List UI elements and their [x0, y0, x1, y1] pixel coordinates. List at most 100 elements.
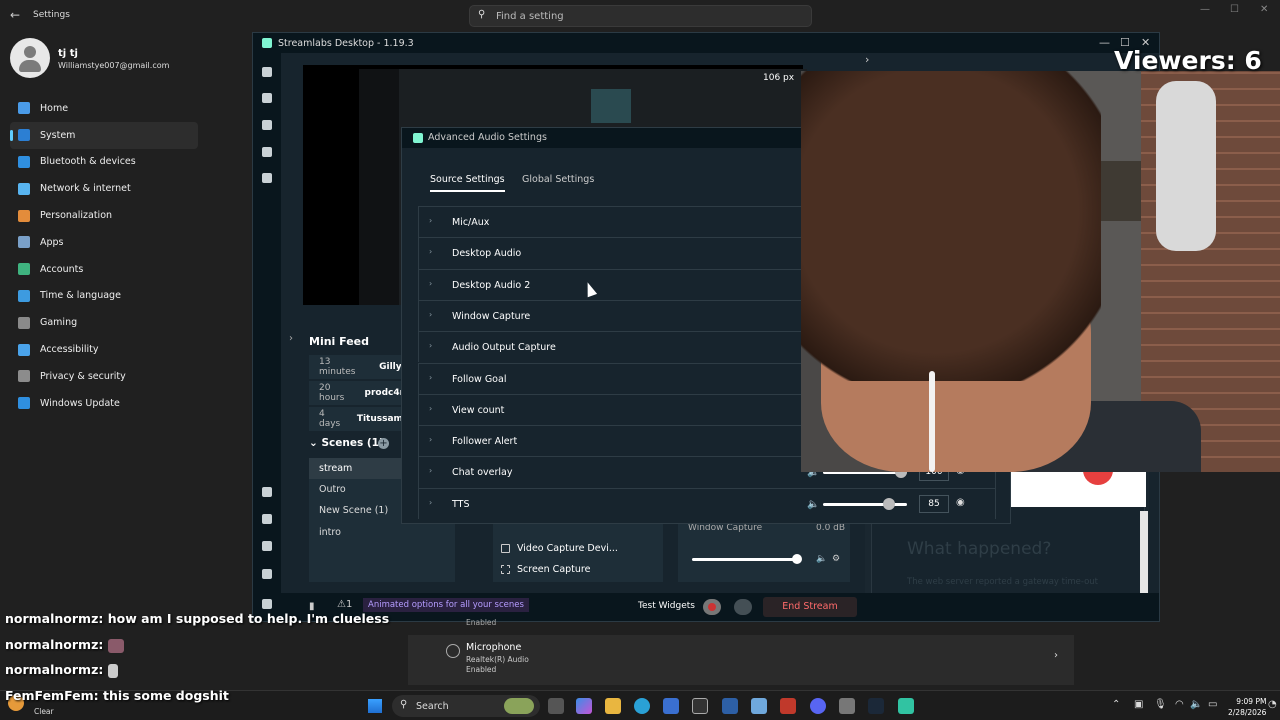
link-icon[interactable]	[262, 487, 272, 497]
tray-app-icon[interactable]: ▣	[1134, 699, 1143, 710]
expand-arrow-icon[interactable]: ›	[289, 333, 293, 344]
back-arrow-icon[interactable]: ←	[10, 8, 20, 22]
store-icon[interactable]	[663, 698, 679, 714]
tab-global-settings[interactable]: Global Settings	[522, 174, 594, 185]
sidebar-item-bluetooth-devices[interactable]: Bluetooth & devices	[10, 149, 198, 176]
notification-icon[interactable]: ◔	[1268, 699, 1277, 710]
speaker-icon[interactable]: 🔈	[816, 554, 827, 564]
weather-label[interactable]: Clear	[34, 707, 54, 716]
settings-app-icon[interactable]	[839, 698, 855, 714]
app-icon[interactable]	[722, 698, 738, 714]
chevron-right-icon[interactable]: ›	[429, 498, 432, 507]
chevron-right-icon[interactable]: ›	[429, 466, 432, 475]
task-view-icon[interactable]	[548, 698, 564, 714]
sidebar-item-time-language[interactable]: Time & language	[10, 283, 198, 310]
minimize-icon[interactable]: —	[1099, 36, 1110, 49]
sidebar-item-system[interactable]: System	[10, 121, 198, 149]
end-stream-button[interactable]: End Stream	[763, 597, 857, 617]
chevron-right-icon[interactable]: ›	[429, 373, 432, 382]
wifi-icon[interactable]: ◠	[1175, 699, 1184, 710]
steam-icon[interactable]	[868, 698, 884, 714]
sidebar-item-gaming[interactable]: Gaming	[10, 309, 198, 336]
mixer-slider-knob[interactable]	[792, 554, 802, 564]
record-button[interactable]	[703, 599, 721, 615]
microphone-icon[interactable]: 🎙	[1154, 699, 1167, 710]
scrollbar[interactable]	[1140, 511, 1148, 601]
volume-icon[interactable]: 🔈	[1190, 699, 1202, 710]
clock[interactable]: 9:09 PM 2/28/2026	[1228, 696, 1266, 718]
app-icon[interactable]	[780, 698, 796, 714]
settings-search-box[interactable]: ⚲ Find a setting	[469, 5, 812, 27]
clock-time: 9:09 PM	[1236, 697, 1267, 706]
sidebar-item-apps[interactable]: Apps	[10, 229, 198, 256]
chevron-right-icon[interactable]: ›	[429, 310, 432, 319]
bluetooth-icon	[18, 155, 30, 168]
chevron-right-icon[interactable]: ›	[429, 435, 432, 444]
minimize-icon[interactable]: —	[1200, 4, 1210, 15]
profile-icon[interactable]	[262, 599, 272, 609]
copilot-icon[interactable]	[576, 698, 592, 714]
sidebar-item-accessibility[interactable]: Accessibility	[10, 336, 198, 363]
source-item[interactable]: Video Capture Devi...	[493, 538, 663, 559]
battery-icon[interactable]: ▭	[1208, 699, 1217, 710]
hanging-hoodie	[1156, 81, 1216, 251]
alert-icon[interactable]: ⚠1	[337, 599, 352, 610]
source-item[interactable]: Screen Capture	[493, 559, 663, 580]
tray-chevron-icon[interactable]: ⌃	[1112, 699, 1120, 710]
taskbar-search[interactable]: ⚲ Search	[392, 695, 540, 717]
eye-icon[interactable]: ◉	[956, 497, 965, 508]
discord-icon[interactable]	[810, 698, 826, 714]
test-widgets-label[interactable]: Test Widgets	[638, 601, 695, 611]
volume-input[interactable]: 85	[919, 494, 949, 513]
sidebar-item-network-internet[interactable]: Network & internet	[10, 175, 198, 202]
speaker-icon[interactable]: 🔈	[807, 499, 819, 510]
chevron-right-icon[interactable]: ›	[429, 279, 432, 288]
layout-icon[interactable]	[262, 147, 272, 157]
mixer-slider-track[interactable]	[692, 558, 796, 561]
promo-banner[interactable]: Animated options for all your scenes	[363, 598, 529, 612]
chat-user: normalnormz	[5, 637, 99, 652]
tab-source-settings[interactable]: Source Settings	[430, 174, 505, 192]
edge-icon[interactable]	[634, 698, 650, 714]
sidebar-item-privacy-security[interactable]: Privacy & security	[10, 363, 198, 390]
start-icon[interactable]	[368, 699, 382, 713]
avatar[interactable]	[10, 38, 50, 78]
sidebar-item-home[interactable]: Home	[10, 95, 198, 122]
link-icon[interactable]	[262, 541, 272, 551]
chevron-right-icon[interactable]: ›	[1054, 650, 1058, 661]
sidebar-item-windows-update[interactable]: Windows Update	[10, 390, 198, 417]
volume-slider-knob[interactable]	[883, 497, 896, 510]
sidebar-item-accounts[interactable]: Accounts	[10, 256, 198, 283]
app-icon[interactable]	[692, 698, 708, 714]
add-scene-icon[interactable]: +	[378, 438, 389, 449]
app-icon[interactable]	[751, 698, 767, 714]
highlighter-icon[interactable]	[262, 173, 272, 183]
audio-source-row[interactable]: › TTS 🔈 85 ◉	[418, 487, 996, 519]
store-icon[interactable]	[262, 120, 272, 130]
sidebar-item-personalization[interactable]: Personalization	[10, 202, 198, 229]
scene-item[interactable]: intro	[309, 522, 455, 543]
replay-buffer-button[interactable]	[734, 599, 752, 615]
themes-icon[interactable]	[262, 93, 272, 103]
scenes-title[interactable]: ⌄ Scenes (1)	[309, 437, 384, 449]
editor-icon[interactable]	[262, 67, 272, 77]
chevron-right-icon[interactable]: ›	[429, 341, 432, 350]
feed-time: 4 days	[319, 409, 341, 429]
chevron-right-icon[interactable]: ›	[429, 404, 432, 413]
microphone-row[interactable]: Microphone Realtek(R) Audio Enabled ›	[408, 635, 1074, 685]
streamlabs-taskbar-icon[interactable]	[898, 698, 914, 714]
mini-feed-row[interactable]: 13 minutes GillyG	[309, 355, 409, 379]
microphone-radio[interactable]	[446, 644, 460, 658]
maximize-icon[interactable]: ☐	[1230, 4, 1239, 15]
file-explorer-icon[interactable]	[605, 698, 621, 714]
mini-feed-row[interactable]: 4 days Titussama	[309, 407, 409, 431]
gear-icon[interactable]: ⚙	[832, 554, 842, 564]
settings-icon[interactable]	[262, 569, 272, 579]
chevron-right-icon[interactable]: ›	[865, 53, 869, 66]
chevron-right-icon[interactable]: ›	[429, 247, 432, 256]
mini-feed-row[interactable]: 20 hours prodc4m	[309, 381, 409, 405]
settings-search-placeholder[interactable]: Find a setting	[496, 11, 564, 22]
chevron-right-icon[interactable]: ›	[429, 216, 432, 225]
link-icon[interactable]	[262, 514, 272, 524]
close-icon[interactable]: ✕	[1260, 4, 1268, 15]
